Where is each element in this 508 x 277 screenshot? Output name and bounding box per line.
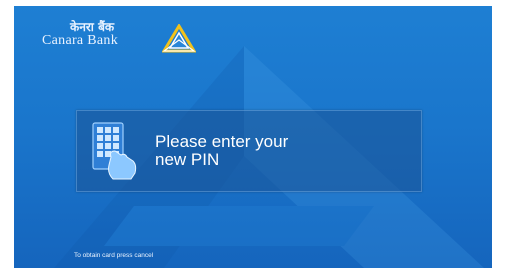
- enter-new-pin-message: Please enter your new PIN: [155, 132, 289, 169]
- pin-keypad-icon: [92, 122, 137, 180]
- pin-prompt-panel: Please enter your new PIN: [76, 110, 422, 192]
- canara-bank-triangle-logo-icon: [162, 24, 196, 53]
- atm-screen: केनरा बैंक Canara Bank Please enter your…: [14, 6, 492, 268]
- bank-name-english: Canara Bank: [42, 33, 118, 48]
- canara-bank-logo: केनरा बैंक Canara Bank: [40, 16, 200, 60]
- cancel-card-hint: To obtain card press cancel: [74, 252, 154, 259]
